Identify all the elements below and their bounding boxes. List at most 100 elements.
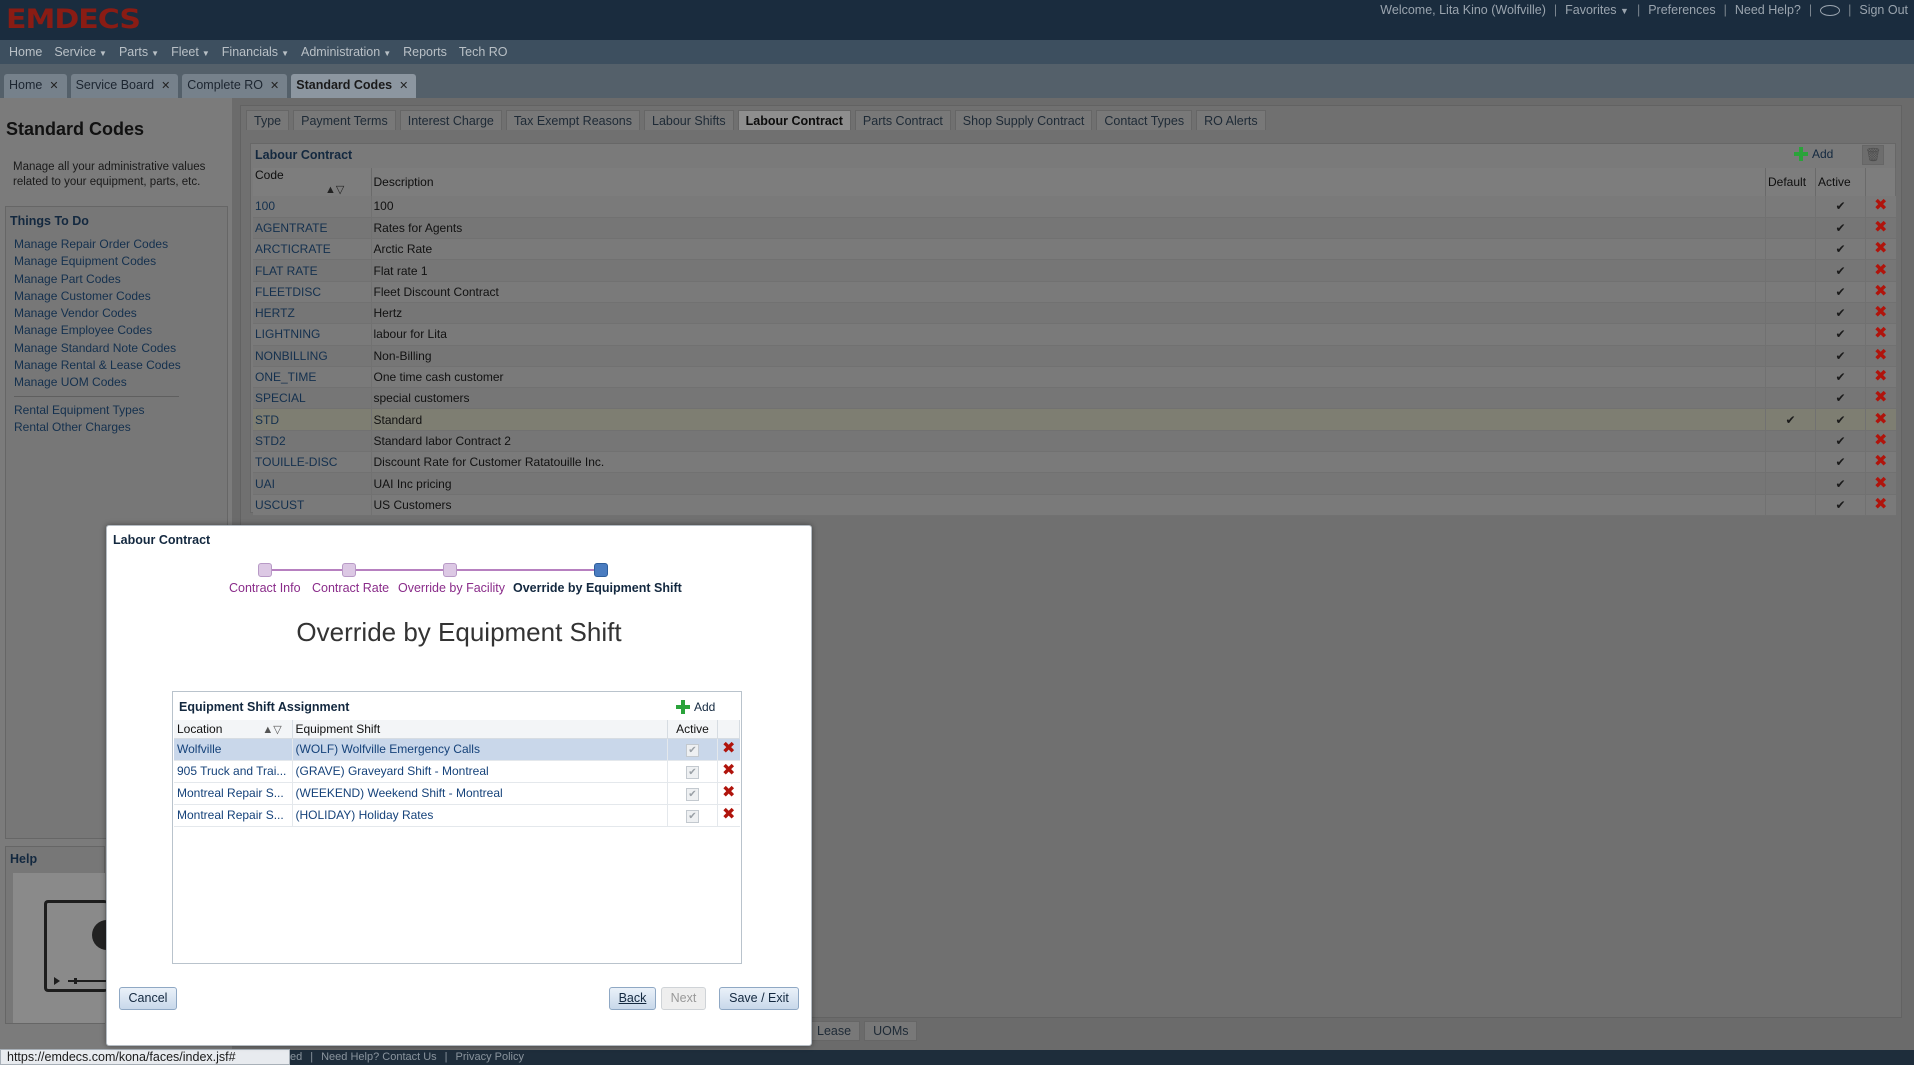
menu-home[interactable]: Home: [9, 45, 42, 59]
table-row[interactable]: Wolfville (WOLF) Wolfville Emergency Call…: [174, 738, 740, 761]
delete-icon[interactable]: ✖: [1874, 411, 1887, 428]
delete-icon[interactable]: ✖: [722, 740, 735, 757]
table-row[interactable]: SPECIAL special customers ✔ ✖: [253, 387, 1896, 410]
menu-financials[interactable]: Financials ▼: [222, 45, 289, 59]
link-rental-other-charges[interactable]: Rental Other Charges: [14, 419, 181, 436]
close-icon[interactable]: ✕: [270, 79, 279, 92]
table-row[interactable]: NONBILLING Non-Billing ✔ ✖: [253, 345, 1896, 367]
active-checkbox[interactable]: ✔: [686, 787, 699, 801]
column-default[interactable]: Default: [1765, 168, 1816, 196]
table-row[interactable]: LIGHTNING labour for Lita ✔ ✖: [253, 323, 1896, 346]
tab-payment-terms[interactable]: Payment Terms: [293, 110, 396, 130]
tab-uoms[interactable]: UOMs: [864, 1021, 918, 1041]
footer-help-link[interactable]: Need Help? Contact Us: [321, 1051, 437, 1063]
delete-icon[interactable]: ✖: [1874, 432, 1887, 449]
column-description[interactable]: Description: [371, 168, 1766, 196]
table-row[interactable]: ONE_TIME One time cash customer ✔ ✖: [253, 366, 1896, 389]
wizard-step-node-current[interactable]: [594, 563, 608, 577]
close-icon[interactable]: ✕: [399, 79, 408, 92]
add-assignment-button[interactable]: Add: [676, 700, 715, 714]
wizard-step-node[interactable]: [443, 563, 457, 577]
column-code[interactable]: Code▲▽: [253, 168, 372, 196]
delete-icon[interactable]: ✖: [1874, 240, 1887, 257]
tab-labour-shifts[interactable]: Labour Shifts: [644, 110, 734, 130]
wizard-step-override-facility[interactable]: Override by Facility: [398, 581, 505, 595]
table-row[interactable]: ARCTICRATE Arctic Rate ✔ ✖: [253, 238, 1896, 261]
link-vendor-codes[interactable]: Manage Vendor Codes: [14, 305, 181, 322]
sort-icon[interactable]: ▲▽: [325, 183, 344, 196]
wizard-step-node[interactable]: [258, 563, 272, 577]
delete-icon[interactable]: ✖: [722, 784, 735, 801]
delete-icon[interactable]: ✖: [1874, 496, 1887, 513]
wizard-step-node[interactable]: [342, 563, 356, 577]
tab-type[interactable]: Type: [246, 110, 290, 130]
table-row[interactable]: AGENTRATE Rates for Agents ✔ ✖: [253, 217, 1896, 240]
delete-icon[interactable]: ✖: [1874, 389, 1887, 406]
table-row[interactable]: 905 Truck and Trai... (GRAVE) Graveyard S…: [174, 760, 740, 783]
delete-icon[interactable]: ✖: [1874, 453, 1887, 470]
column-active[interactable]: Active: [1815, 168, 1866, 196]
delete-icon[interactable]: ✖: [722, 806, 735, 823]
tab-contact-types[interactable]: Contact Types: [1096, 110, 1193, 130]
table-row[interactable]: Montreal Repair S... (WEEKEND) Weekend Sh…: [174, 782, 740, 805]
delete-icon[interactable]: ✖: [1874, 347, 1887, 364]
tab-tax-exempt-reasons[interactable]: Tax Exempt Reasons: [505, 110, 640, 130]
link-uom-codes[interactable]: Manage UOM Codes: [14, 374, 181, 391]
tab-shop-supply-contract[interactable]: Shop Supply Contract: [954, 110, 1093, 130]
table-row[interactable]: UAI UAI Inc pricing ✔ ✖: [253, 472, 1896, 495]
active-checkbox[interactable]: ✔: [686, 809, 699, 823]
menu-tech-ro[interactable]: Tech RO: [459, 45, 508, 59]
menu-service[interactable]: Service ▼: [54, 45, 107, 59]
wizard-step-contract-info[interactable]: Contract Info: [229, 581, 301, 595]
cancel-button[interactable]: Cancel: [119, 987, 177, 1010]
delete-icon[interactable]: ✖: [1874, 325, 1887, 342]
footer-link[interactable]: ed: [290, 1051, 302, 1063]
delete-icon[interactable]: ✖: [1874, 304, 1887, 321]
active-checkbox[interactable]: ✔: [686, 765, 699, 779]
favorites-menu[interactable]: Favorites ▼: [1565, 3, 1629, 17]
menu-fleet[interactable]: Fleet ▼: [171, 45, 210, 59]
table-row[interactable]: USCUST US Customers ✔ ✖: [253, 494, 1896, 516]
need-help-link[interactable]: Need Help?: [1735, 3, 1801, 17]
delete-icon[interactable]: ✖: [1874, 197, 1887, 214]
delete-icon[interactable]: ✖: [1874, 368, 1887, 385]
delete-icon[interactable]: ✖: [1874, 283, 1887, 300]
table-row[interactable]: Montreal Repair S... (HOLIDAY) Holiday Ra…: [174, 804, 740, 827]
menu-reports[interactable]: Reports: [403, 45, 447, 59]
column-location[interactable]: Location ▲▽: [174, 720, 293, 739]
trash-icon[interactable]: 🗑: [1862, 145, 1884, 165]
table-row[interactable]: STD Standard ✔ ✔ ✖: [253, 408, 1896, 431]
delete-icon[interactable]: ✖: [722, 762, 735, 779]
delete-icon[interactable]: ✖: [1874, 262, 1887, 279]
table-row[interactable]: STD2 Standard labor Contract 2 ✔ ✖: [253, 430, 1896, 453]
sign-out-link[interactable]: Sign Out: [1859, 3, 1908, 17]
save-exit-button[interactable]: Save / Exit: [719, 987, 799, 1010]
next-button[interactable]: Next: [661, 987, 706, 1010]
chat-icon[interactable]: [1820, 4, 1841, 16]
wizard-step-contract-rate[interactable]: Contract Rate: [312, 581, 389, 595]
table-row[interactable]: TOUILLE-DISC Discount Rate for Customer R…: [253, 451, 1896, 474]
menu-administration[interactable]: Administration ▼: [301, 45, 391, 59]
link-customer-codes[interactable]: Manage Customer Codes: [14, 288, 181, 305]
column-equipment-shift[interactable]: Equipment Shift: [292, 720, 668, 739]
footer-privacy-link[interactable]: Privacy Policy: [456, 1051, 524, 1063]
delete-icon[interactable]: ✖: [1874, 475, 1887, 492]
tab-service-board[interactable]: Service Board ✕: [70, 74, 179, 98]
wizard-step-override-equipment-shift[interactable]: Override by Equipment Shift: [513, 581, 682, 595]
column-active[interactable]: Active: [667, 720, 718, 739]
tab-home[interactable]: Home ✕: [4, 74, 67, 98]
link-repair-order-codes[interactable]: Manage Repair Order Codes: [14, 236, 181, 253]
link-part-codes[interactable]: Manage Part Codes: [14, 271, 181, 288]
link-employee-codes[interactable]: Manage Employee Codes: [14, 322, 181, 339]
tab-complete-ro[interactable]: Complete RO ✕: [182, 74, 288, 98]
back-button[interactable]: Back: [609, 987, 656, 1010]
active-checkbox[interactable]: ✔: [686, 743, 699, 757]
menu-parts[interactable]: Parts ▼: [119, 45, 159, 59]
link-rental-equipment-types[interactable]: Rental Equipment Types: [14, 402, 181, 419]
close-icon[interactable]: ✕: [49, 79, 58, 92]
tab-labour-contract[interactable]: Labour Contract: [737, 110, 851, 130]
table-row[interactable]: HERTZ Hertz ✔ ✖: [253, 302, 1896, 325]
sort-icon[interactable]: ▲▽: [262, 723, 281, 736]
preferences-link[interactable]: Preferences: [1648, 3, 1715, 17]
delete-icon[interactable]: ✖: [1874, 219, 1887, 236]
